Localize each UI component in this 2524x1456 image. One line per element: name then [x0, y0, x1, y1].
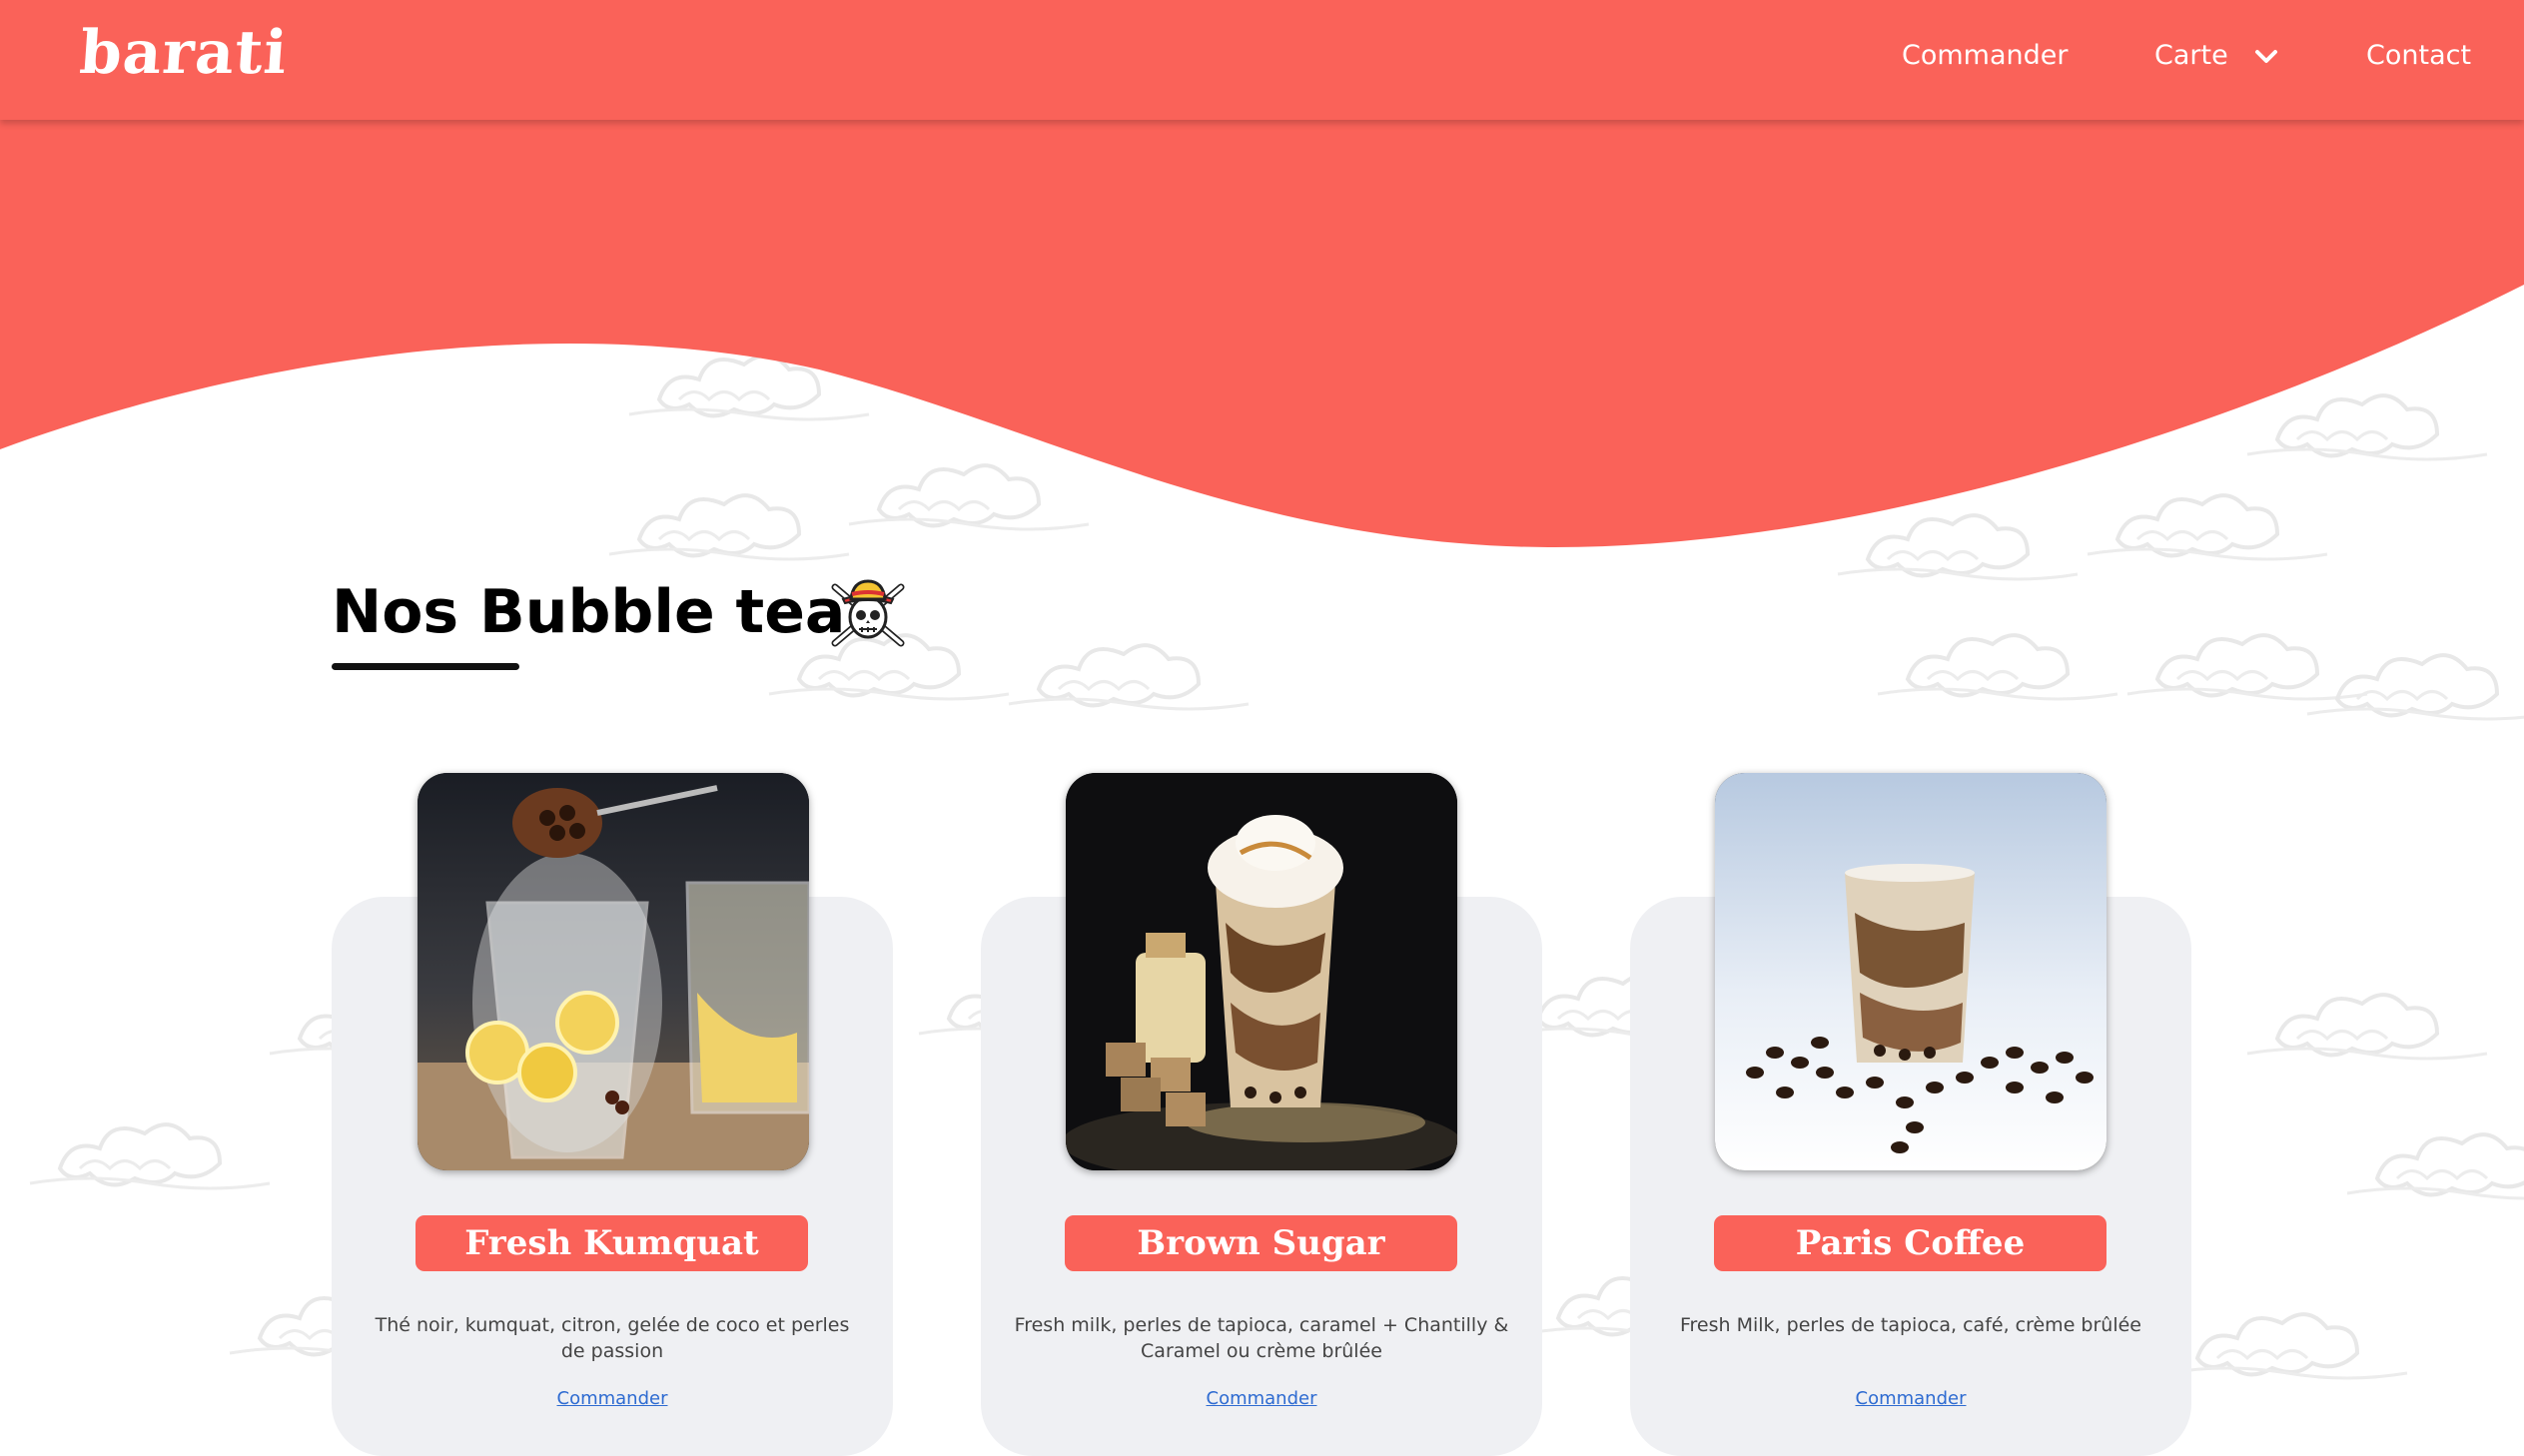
brown-sugar-photo	[1066, 773, 1457, 1170]
paris-coffee-description: Fresh Milk, perles de tapioca, café, crè…	[1679, 1314, 2141, 1336]
brown-sugar-order-link[interactable]: Commander	[1112, 1388, 1411, 1409]
nav-carte-dropdown[interactable]: Carte	[2154, 40, 2278, 71]
barati-logo[interactable]: barati	[78, 18, 291, 88]
nav-commander-link[interactable]: Commander	[1902, 40, 2068, 71]
section-title: Nos Bubble tea	[332, 577, 846, 647]
chevron-down-icon	[2255, 49, 2278, 63]
nav-contact-link[interactable]: Contact	[2366, 40, 2471, 71]
straw-hat-skull-icon	[831, 579, 905, 647]
fresh-kumquat-photo	[418, 773, 809, 1170]
paris-coffee-name-button[interactable]: Paris Coffee	[1714, 1215, 2106, 1271]
fresh-kumquat-description: Thé noir, kumquat, citron, gelée de coco…	[375, 1314, 850, 1362]
fresh-kumquat-name-button[interactable]: Fresh Kumquat	[416, 1215, 808, 1271]
paris-coffee-order-link[interactable]: Commander	[1761, 1388, 2061, 1409]
fresh-kumquat-order-link[interactable]: Commander	[462, 1388, 762, 1409]
navbar: barati Commander Carte Contact	[0, 0, 2524, 120]
title-underline	[332, 663, 519, 670]
paris-coffee-photo	[1715, 773, 2106, 1170]
brown-sugar-description: Fresh milk, perles de tapioca, caramel +…	[1014, 1314, 1509, 1362]
nav-carte-label: Carte	[2154, 40, 2228, 71]
brown-sugar-name-button[interactable]: Brown Sugar	[1065, 1215, 1457, 1271]
